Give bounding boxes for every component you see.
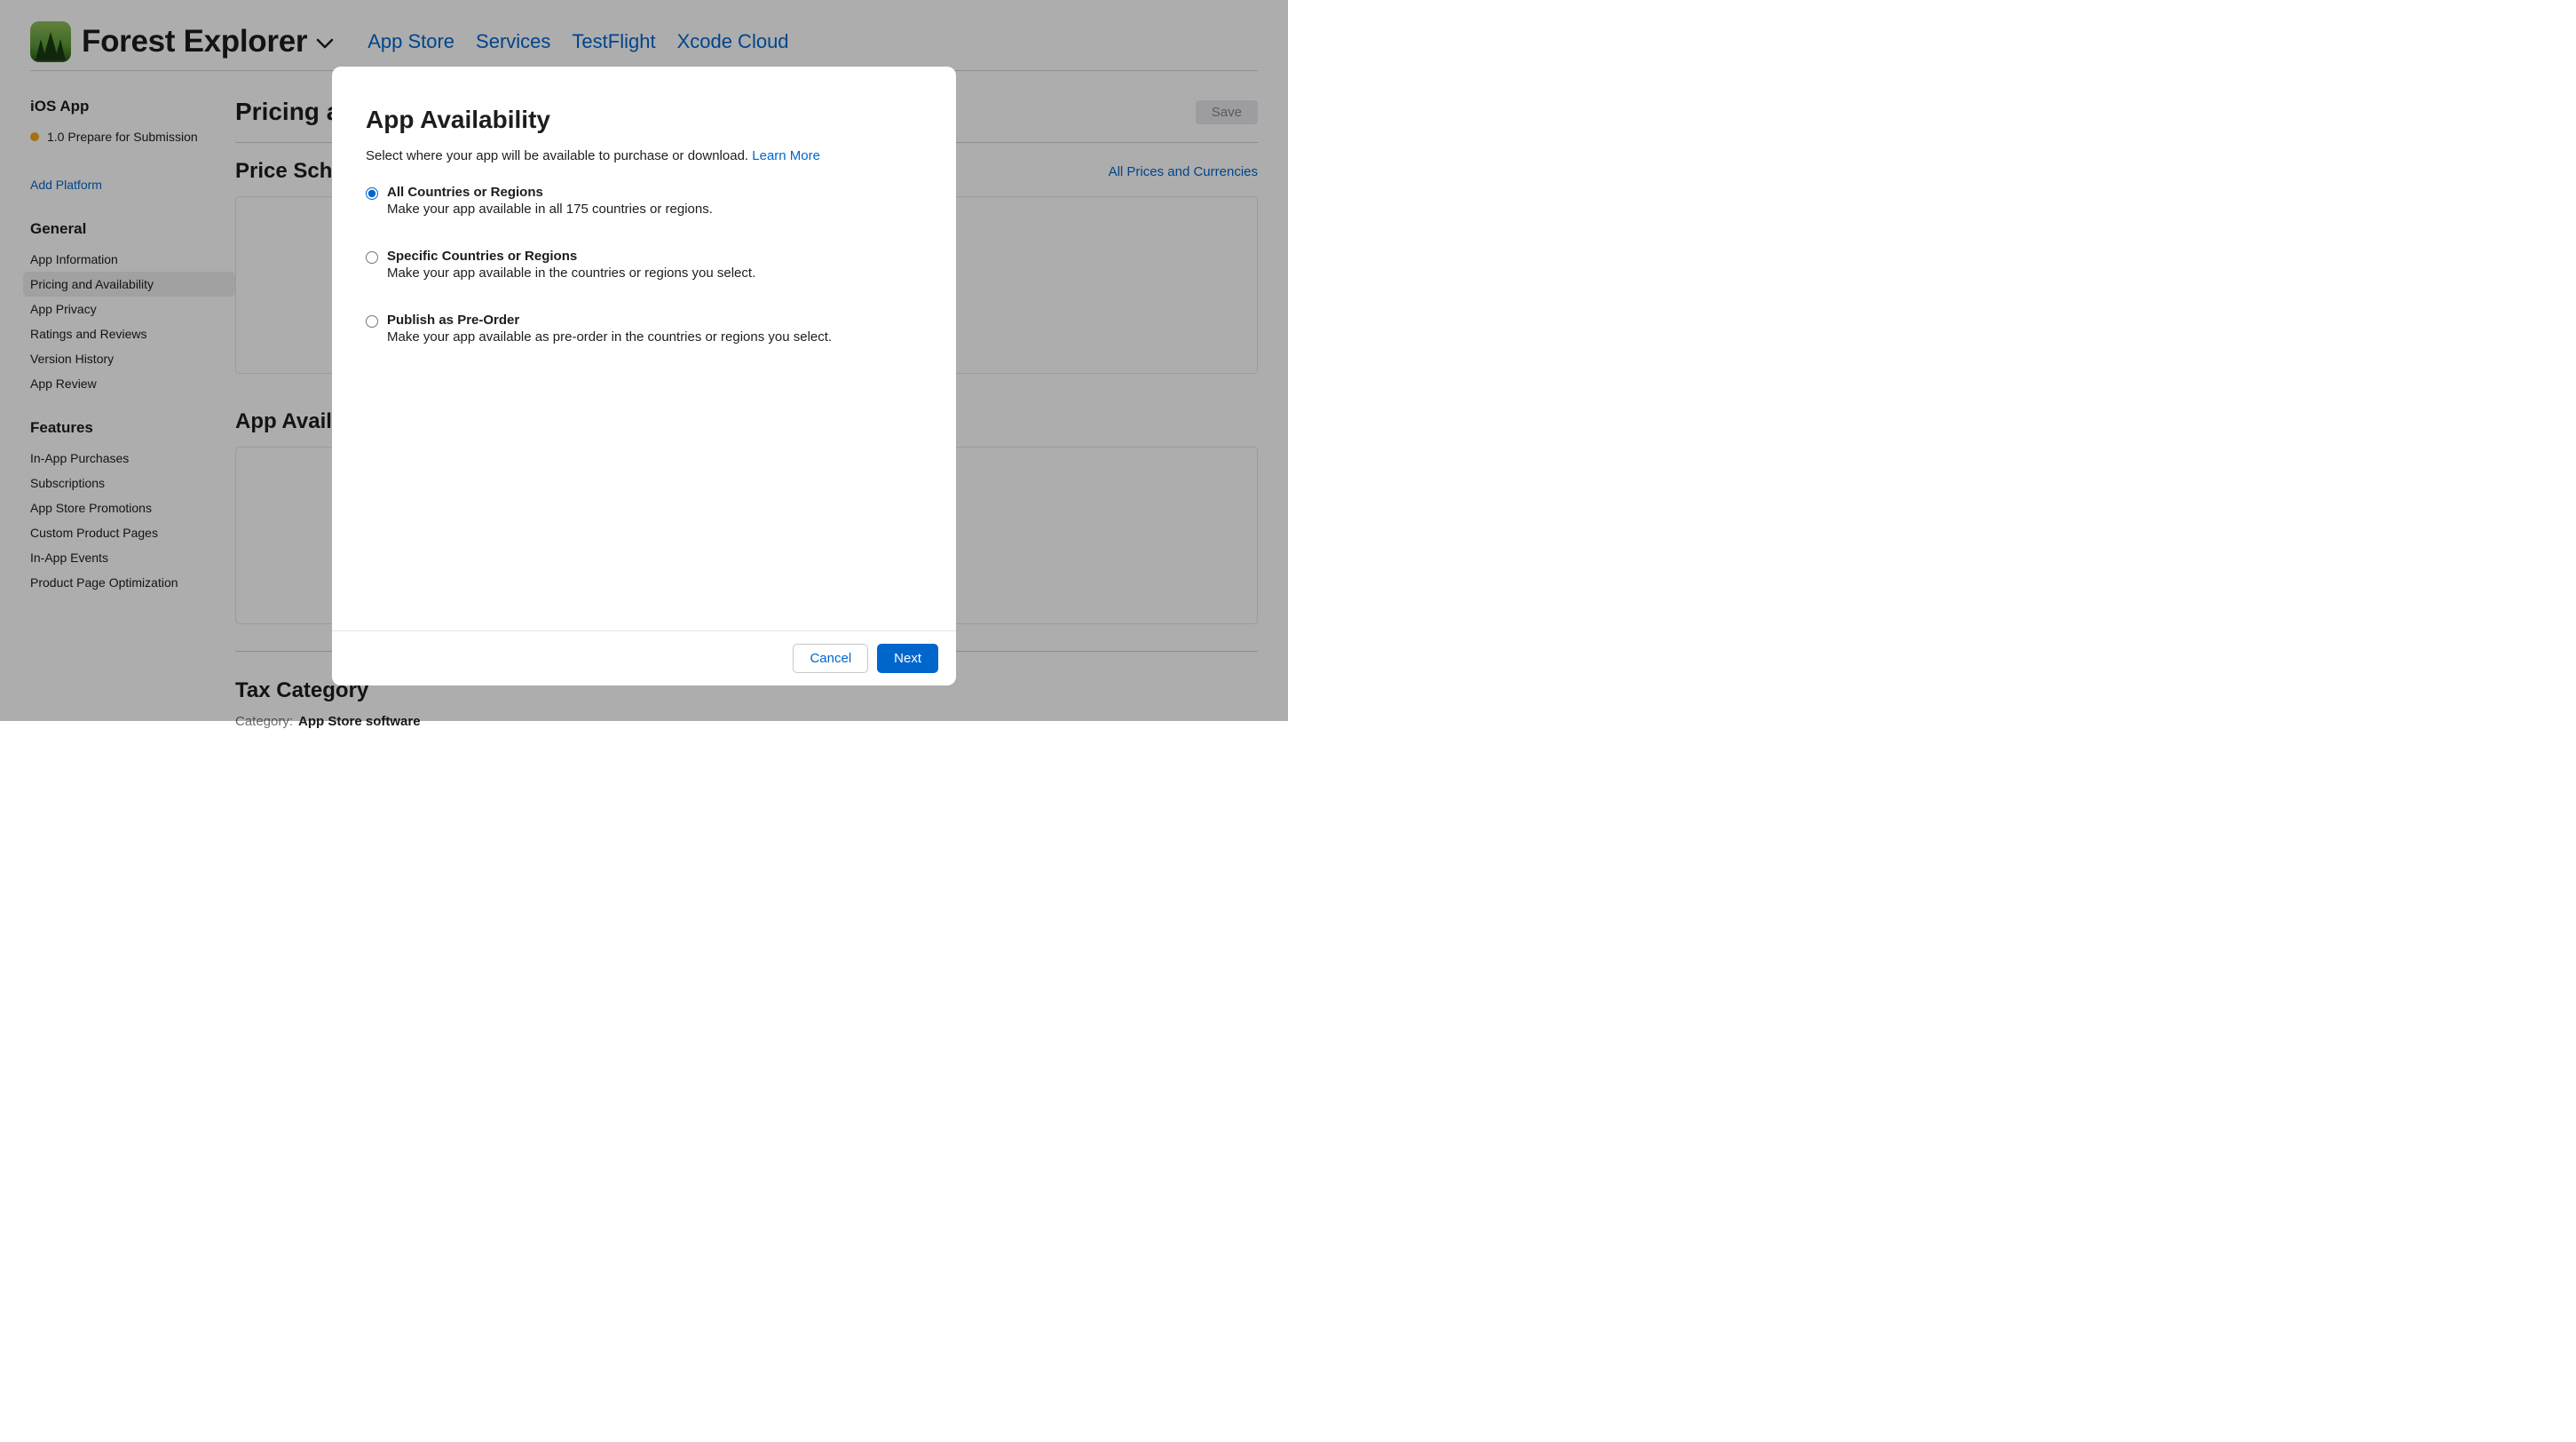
radio-desc-specific: Make your app available in the countries…	[387, 265, 755, 281]
radio-label-preorder: Publish as Pre-Order	[387, 313, 832, 328]
cancel-button[interactable]: Cancel	[793, 644, 868, 673]
modal-title: App Availability	[366, 106, 922, 134]
radio-input-specific[interactable]	[366, 251, 378, 264]
app-availability-modal: App Availability Select where your app w…	[332, 67, 956, 685]
modal-footer: Cancel Next	[332, 630, 956, 685]
radio-option-all[interactable]: All Countries or Regions Make your app a…	[366, 185, 922, 217]
radio-label-all: All Countries or Regions	[387, 185, 713, 200]
radio-input-preorder[interactable]	[366, 315, 378, 328]
radio-option-preorder[interactable]: Publish as Pre-Order Make your app avail…	[366, 313, 922, 345]
radio-label-specific: Specific Countries or Regions	[387, 249, 755, 264]
learn-more-link[interactable]: Learn More	[752, 148, 820, 163]
modal-backdrop[interactable]: App Availability Select where your app w…	[0, 0, 1288, 721]
next-button[interactable]: Next	[877, 644, 938, 673]
radio-input-all[interactable]	[366, 187, 378, 200]
modal-subtitle-text: Select where your app will be available …	[366, 148, 752, 163]
radio-group: All Countries or Regions Make your app a…	[366, 185, 922, 345]
radio-desc-all: Make your app available in all 175 count…	[387, 202, 713, 217]
radio-option-specific[interactable]: Specific Countries or Regions Make your …	[366, 249, 922, 281]
radio-desc-preorder: Make your app available as pre-order in …	[387, 329, 832, 345]
modal-body: App Availability Select where your app w…	[332, 67, 956, 630]
modal-subtitle: Select where your app will be available …	[366, 148, 922, 163]
